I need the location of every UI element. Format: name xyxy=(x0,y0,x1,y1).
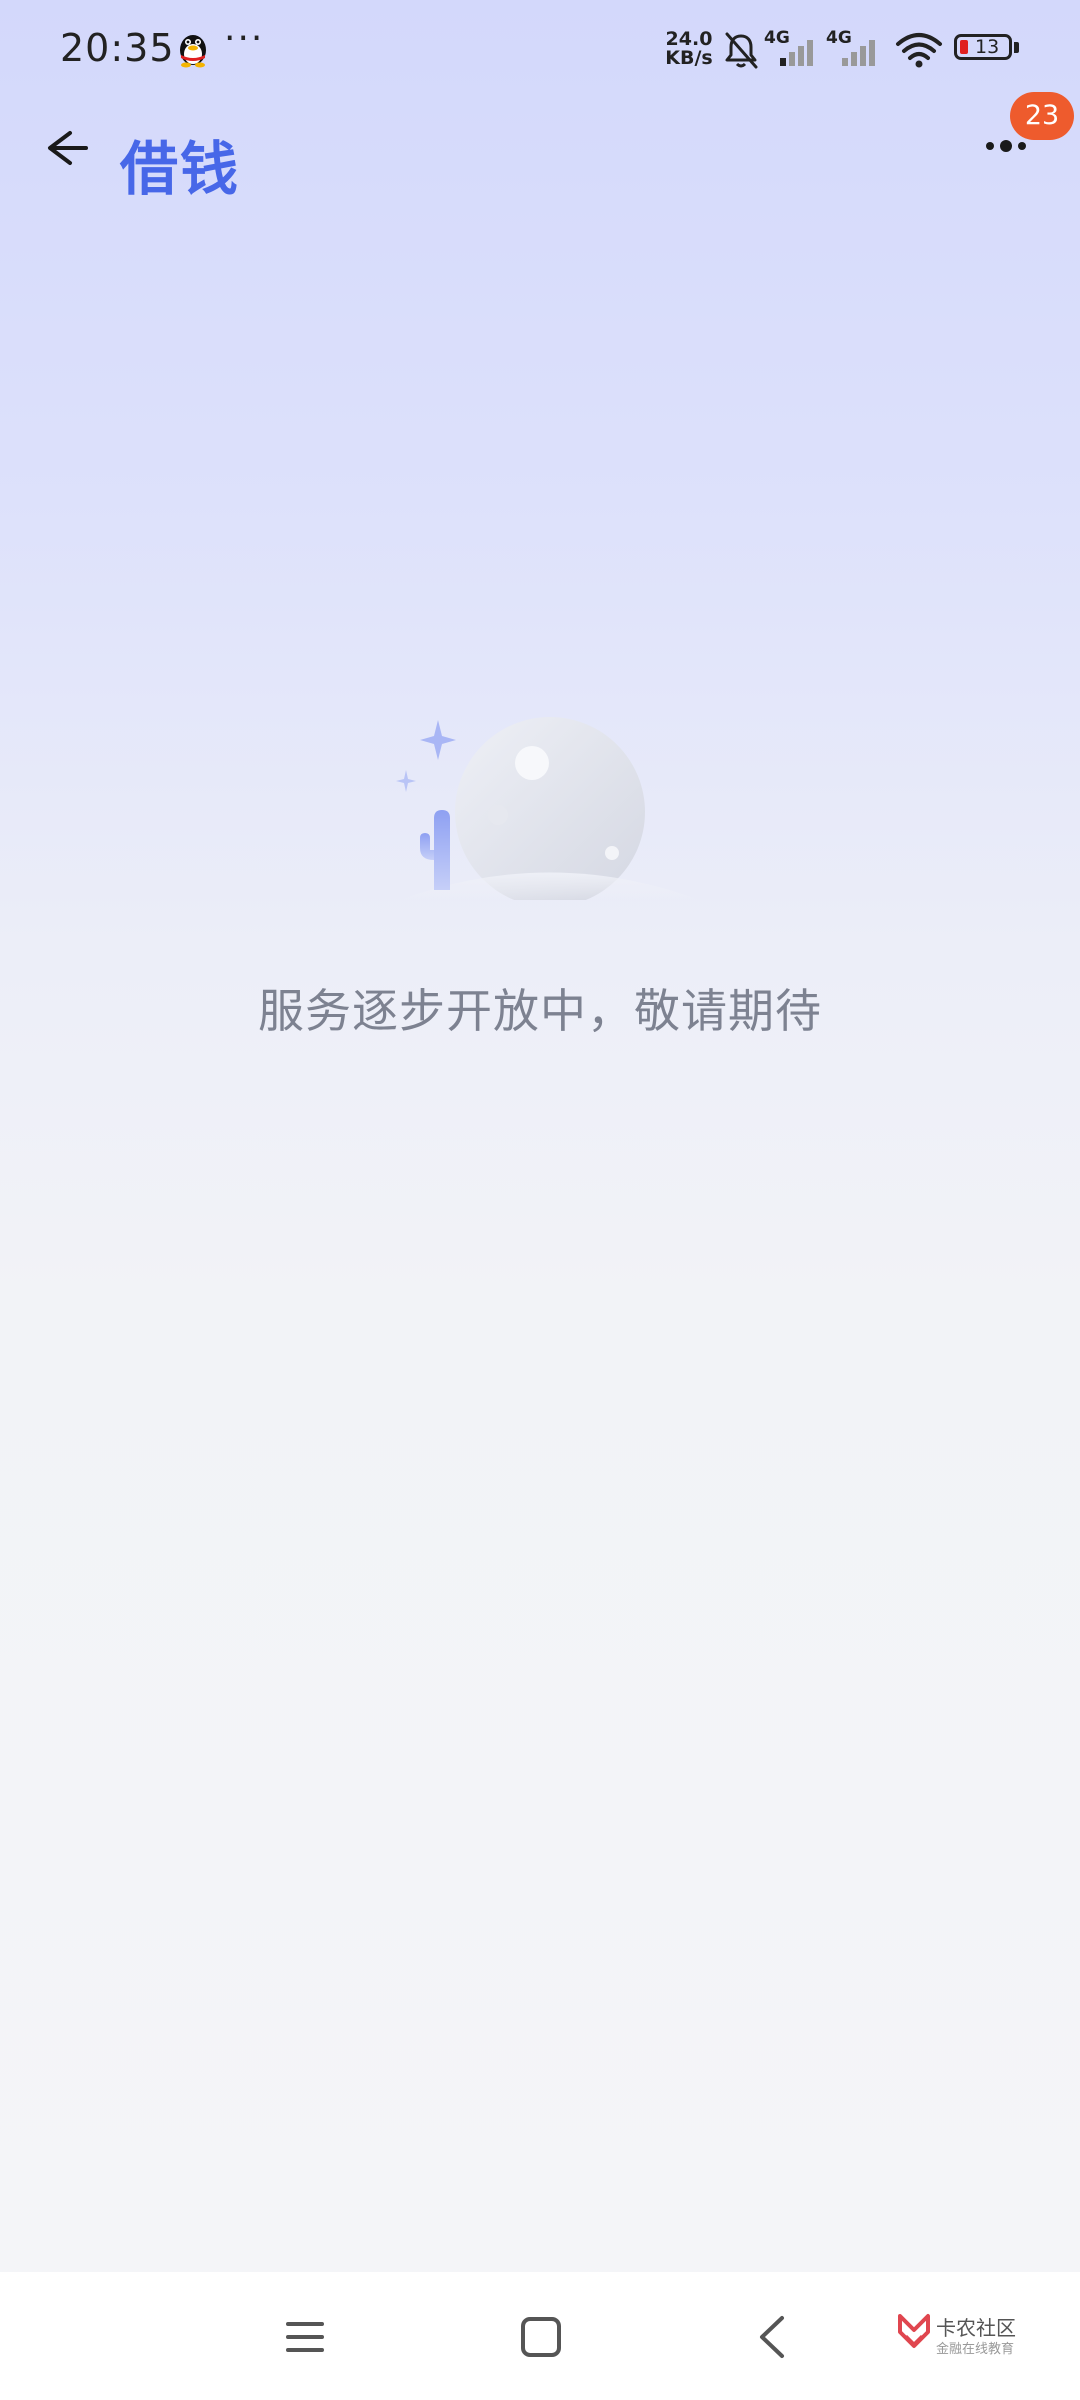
system-nav-bar: 卡农社区 金融在线教育 xyxy=(0,2272,1080,2400)
watermark: 卡农社区 金融在线教育 xyxy=(896,2312,1026,2362)
signal-icon: 4G xyxy=(826,28,886,68)
empty-state-illustration xyxy=(396,717,700,900)
wifi-icon xyxy=(896,33,942,68)
battery-icon: 13 xyxy=(954,34,1012,60)
watermark-name: 卡农社区 xyxy=(936,2316,1016,2340)
battery-level: 13 xyxy=(975,36,1000,58)
signal-icon: 4G xyxy=(764,28,824,68)
status-bar: 20:35 ··· 24.0 KB/s 4G 4G 13 xyxy=(0,0,1080,100)
net-speed: 24.0 KB/s xyxy=(664,30,714,68)
net-speed-unit: KB/s xyxy=(665,47,713,69)
page-title: 借钱 xyxy=(120,135,241,203)
watermark-subtitle: 金融在线教育 xyxy=(936,2342,1015,2357)
empty-state-message: 服务逐步开放中，敬请期待 xyxy=(258,984,822,1038)
notification-badge: 23 xyxy=(1010,92,1074,140)
battery-fill xyxy=(960,40,968,54)
status-time: 20:35 xyxy=(60,26,175,70)
watermark-logo-icon xyxy=(898,2314,930,2348)
qq-icon xyxy=(180,35,206,68)
battery-tip xyxy=(1014,42,1019,53)
bell-muted-icon xyxy=(725,32,758,69)
menu-icon[interactable] xyxy=(280,2312,330,2362)
back-arrow-icon[interactable] xyxy=(30,115,96,181)
home-icon[interactable] xyxy=(514,2310,568,2364)
status-more-indicator: ··· xyxy=(224,18,265,59)
back-icon[interactable] xyxy=(752,2310,792,2364)
